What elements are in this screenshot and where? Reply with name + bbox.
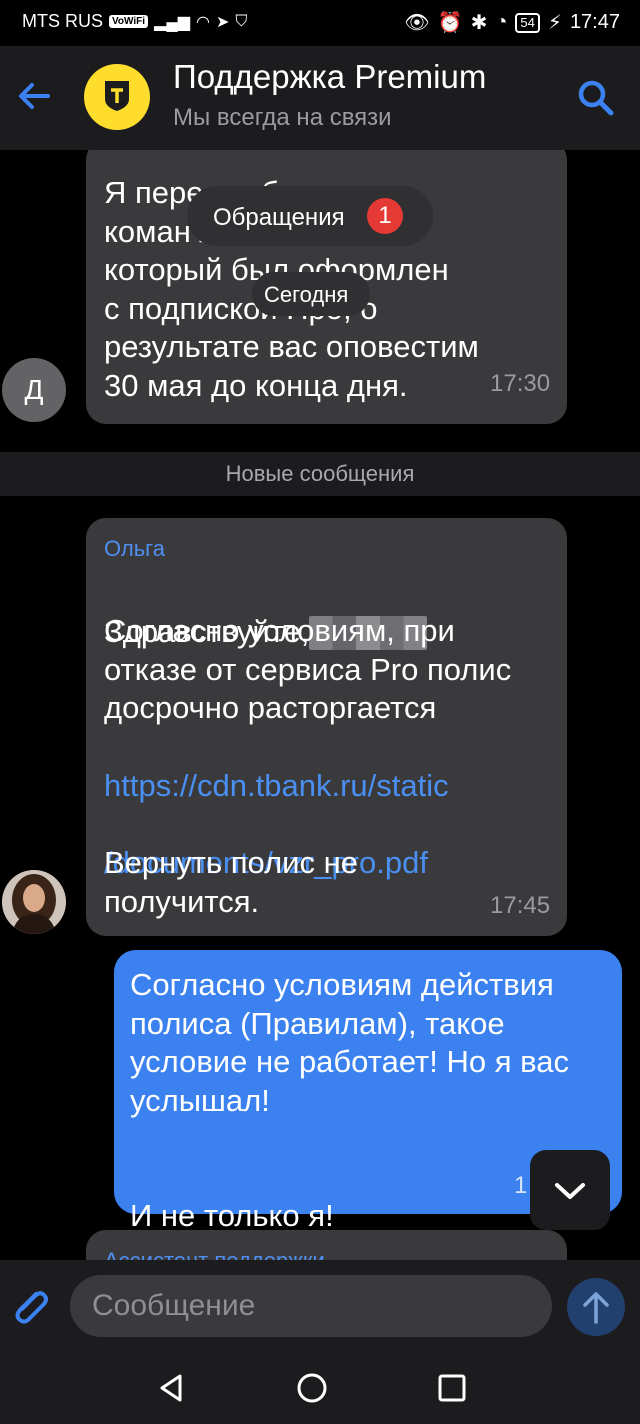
charging-icon: ⚡ [547, 12, 562, 34]
message-input[interactable]: Сообщение [70, 1275, 552, 1337]
message-text: Вернуть полис не получится. [104, 845, 358, 919]
status-right: 👁 ⏰ ✱ ◔ 54 ⚡ 17:47 [404, 10, 620, 35]
chat-header: Поддержка Premium Мы всегда на связи [0, 46, 640, 150]
appeals-label: Обращения [213, 204, 345, 231]
new-messages-divider: Новые сообщения [0, 452, 640, 496]
message-time: 17:30 [490, 370, 551, 397]
nav-recents-button[interactable] [434, 1370, 470, 1406]
avatar[interactable] [2, 870, 66, 934]
paperclip-icon [15, 1291, 48, 1324]
triangle-back-icon [160, 1374, 182, 1402]
message-time: 1 [514, 1172, 528, 1199]
signal-icon: ▂▄▆ [154, 13, 191, 31]
chat-title[interactable]: Поддержка Premium [173, 58, 486, 96]
message-text: Согласно условиям действия полиса (Прави… [130, 967, 569, 1118]
message-bubble[interactable]: Ольга Здравствуйте, Согласно условиям, п… [86, 518, 567, 936]
date-label: Сегодня [264, 282, 349, 307]
chevron-down-icon [555, 1183, 585, 1199]
date-divider: Сегодня [252, 272, 370, 316]
bluetooth-icon: ✱ [470, 12, 488, 34]
arrow-left-icon [19, 83, 50, 109]
chat-subtitle: Мы всегда на связи [173, 104, 392, 131]
status-bar: MTS RUS VoWiFi ▂▄▆ ◠ ➤ ⛉ 👁 ⏰ ✱ ◔ 54 ⚡ 17… [0, 0, 640, 46]
status-left: MTS RUS VoWiFi ▂▄▆ ◠ ➤ ⛉ [22, 11, 247, 32]
message-bubble[interactable]: Ассистент поддержки [86, 1230, 567, 1260]
nav-home-button[interactable] [294, 1370, 330, 1406]
message-time: 17:45 [490, 892, 551, 919]
chat-avatar[interactable] [84, 64, 150, 130]
sender-name: Ольга [104, 536, 165, 561]
search-button[interactable] [574, 76, 618, 120]
search-icon [578, 80, 614, 116]
message-list[interactable]: Я пере осьбу коман лис который был оформ… [0, 150, 640, 1260]
message-text: Согласно условиям, при отказе от сервиса… [104, 613, 512, 725]
nav-back-button[interactable] [154, 1370, 190, 1406]
circle-home-icon [297, 1373, 327, 1403]
telegram-icon: ➤ [215, 13, 230, 31]
avatar[interactable]: Д [2, 358, 66, 422]
arrow-up-icon [583, 1292, 609, 1324]
speed-icon: ◔ [495, 11, 508, 33]
wifi-icon: ◠ [196, 13, 210, 31]
shield-icon: ⛉ [235, 12, 248, 30]
send-button[interactable] [567, 1278, 625, 1336]
tbank-shield-icon [105, 81, 129, 111]
sender-name: Ассистент поддержки [104, 1248, 325, 1260]
chat-screen: MTS RUS VoWiFi ▂▄▆ ◠ ➤ ⛉ 👁 ⏰ ✱ ◔ 54 ⚡ 17… [0, 0, 640, 1424]
appeals-count-badge: 1 [367, 198, 403, 234]
vowifi-badge: VoWiFi [109, 15, 149, 28]
carrier-name: MTS RUS [22, 11, 103, 31]
back-button[interactable] [14, 76, 54, 116]
message-tail-text: И не только я! [130, 1197, 334, 1233]
message-composer: Сообщение [0, 1260, 640, 1352]
link-line[interactable]: https://cdn.tbank.ru/static [104, 767, 449, 806]
clock: 17:47 [569, 11, 620, 33]
square-recents-icon [438, 1374, 466, 1402]
message-input-placeholder: Сообщение [92, 1289, 256, 1322]
battery-indicator: 54 [515, 12, 540, 33]
system-nav-bar [0, 1352, 640, 1424]
alarm-icon: ⏰ [437, 12, 463, 34]
attach-button[interactable] [6, 1282, 54, 1330]
appeals-button[interactable]: Обращения 1 [187, 186, 433, 246]
scroll-to-bottom-button[interactable] [530, 1150, 610, 1230]
eye-icon: 👁 [404, 12, 430, 34]
person-photo [2, 870, 66, 934]
